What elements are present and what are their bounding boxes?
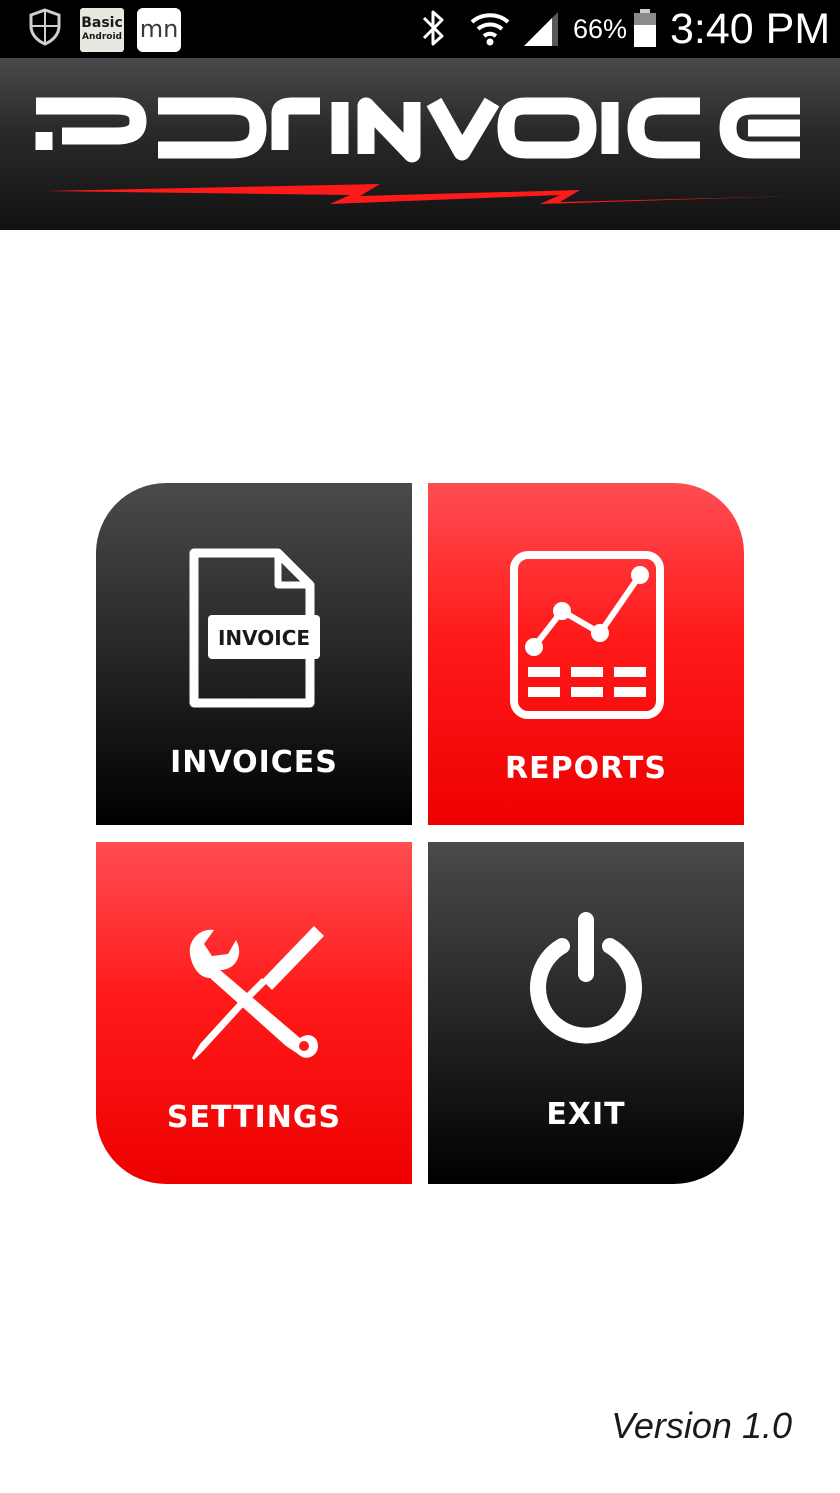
settings-tile[interactable]: SETTINGS — [96, 842, 412, 1184]
exit-tile[interactable]: EXIT — [428, 842, 744, 1184]
status-bar: Basic Android mn 66% 3:40 PM — [0, 0, 840, 58]
version-text: Version 1.0 — [611, 1405, 792, 1446]
reports-label: REPORTS — [505, 751, 667, 786]
status-time: 3:40 PM — [670, 5, 831, 53]
reports-tile[interactable]: REPORTS — [428, 483, 744, 825]
power-icon — [428, 842, 744, 1107]
invoice-badge-text: INVOICE — [218, 626, 310, 650]
app-header — [0, 58, 840, 230]
exit-label: EXIT — [546, 1097, 626, 1132]
basic-android-icon: Basic Android — [80, 8, 124, 52]
pdr-invoice-logo — [0, 58, 840, 235]
mn-app-icon: mn — [137, 8, 181, 52]
battery-icon — [632, 8, 658, 53]
bluetooth-icon — [418, 8, 448, 53]
shield-icon — [28, 8, 62, 51]
wifi-icon — [468, 8, 512, 53]
wrench-screwdriver-icon — [96, 842, 412, 1107]
signal-icon — [522, 8, 560, 53]
invoice-document-icon: INVOICE — [96, 483, 412, 748]
invoices-label: INVOICES — [170, 745, 338, 780]
battery-percent: 66% — [573, 14, 628, 44]
chart-report-icon — [428, 483, 744, 748]
invoices-tile[interactable]: INVOICE INVOICES — [96, 483, 412, 825]
settings-label: SETTINGS — [166, 1100, 342, 1135]
